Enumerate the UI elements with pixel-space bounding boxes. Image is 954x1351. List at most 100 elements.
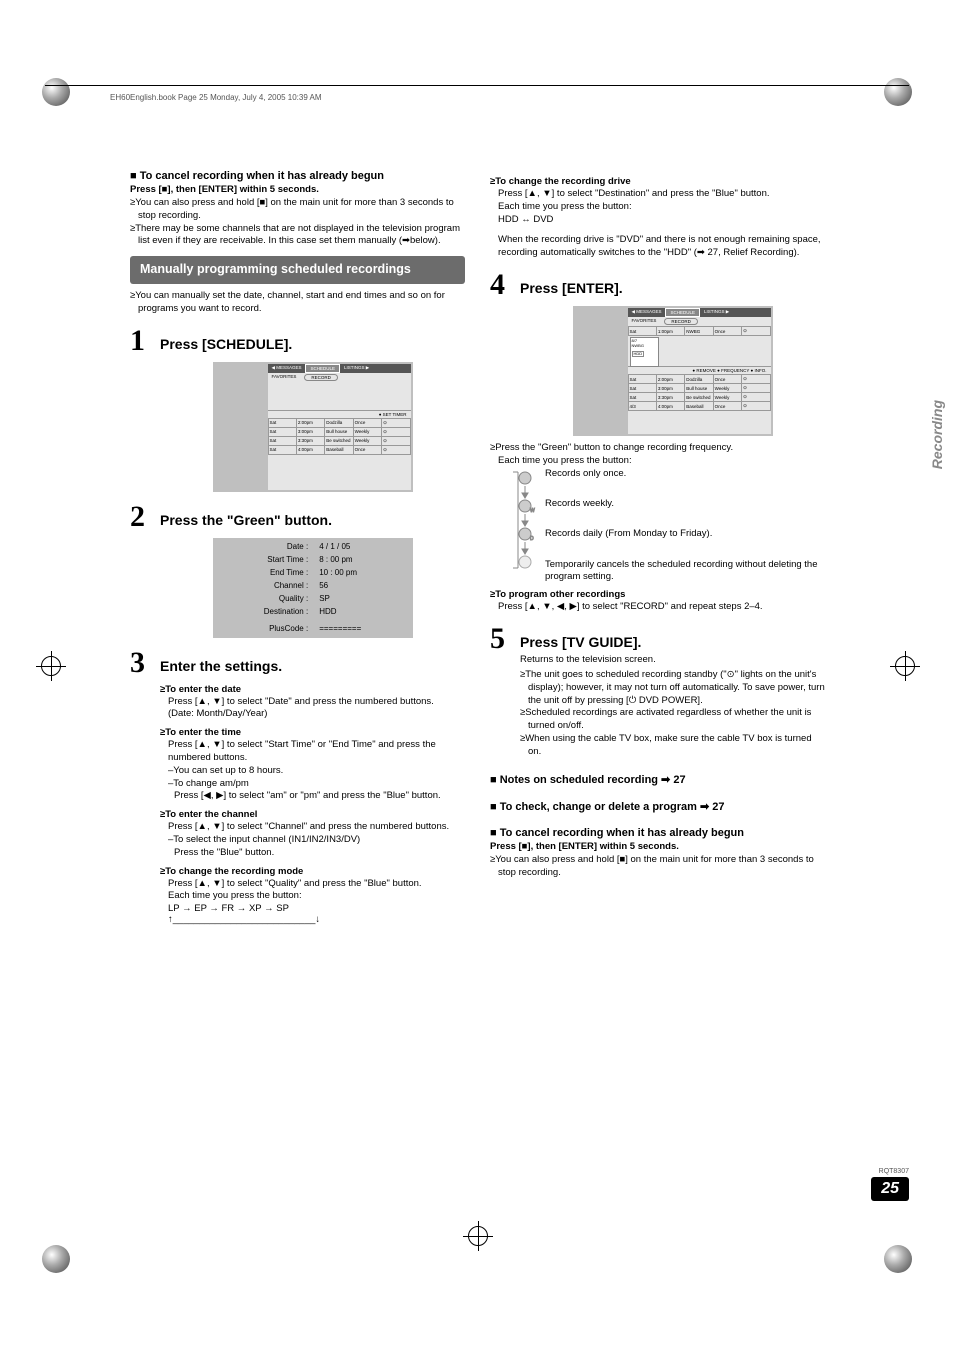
step-1: 1 Press [SCHEDULE]. xyxy=(130,326,465,356)
time-d1: –You can set up to 8 hours. xyxy=(160,765,465,778)
fav-label: FAVORITES xyxy=(272,374,297,381)
tab-schedule: SCHEDULE xyxy=(305,364,340,373)
mode-sequence: LP → EP → FR → XP → SP xyxy=(160,903,465,914)
schedule-table: Sat1:00pmNWBGOnce⊙ xyxy=(628,326,771,336)
change-drive-b1: Press [▲, ▼] to select "Destination" and… xyxy=(490,188,825,201)
right-column: ≥To change the recording drive Press [▲,… xyxy=(490,170,825,925)
tab-listings: LISTINGS ▶ xyxy=(340,364,373,373)
corner-mark-br xyxy=(884,1245,912,1273)
section-manual-title: Manually programming scheduled recording… xyxy=(130,256,465,284)
page-number: 25 xyxy=(871,1177,909,1201)
cancel-sub: Press [■], then [ENTER] within 5 seconds… xyxy=(130,184,465,195)
cancel2-heading: ■ To cancel recording when it has alread… xyxy=(490,827,825,839)
schedule-table-2: Sat2:00pmDodzillaOnce⊙ Sat3:00pmBull hou… xyxy=(628,374,771,411)
tab-schedule: SCHEDULE xyxy=(665,308,700,317)
cancel2-sub: Press [■], then [ENTER] within 5 seconds… xyxy=(490,841,825,852)
settings-table: Date :4 / 1 / 05 Start Time :8 : 00 pm E… xyxy=(261,539,365,636)
note-item: ≥Press the "Green" button to change reco… xyxy=(490,442,825,455)
notes-ref-1: ■ Notes on scheduled recording ➡ 27 xyxy=(490,773,825,786)
frequency-list: Records only once. Records weekly. Recor… xyxy=(545,468,825,584)
record-label: RECORD xyxy=(664,318,698,325)
enter-time-b: Press [▲, ▼] to select "Start Time" or "… xyxy=(160,739,465,765)
section-side-label: Recording xyxy=(929,400,945,469)
corner-mark-tr xyxy=(884,78,912,106)
step-2: 2 Press the "Green" button. xyxy=(130,502,465,532)
step5-sub: Returns to the television screen. xyxy=(520,654,825,667)
fav-label: FAVORITES xyxy=(632,318,657,325)
step-title: Press [SCHEDULE]. xyxy=(160,326,292,352)
note-item: ≥You can also press and hold [■] on the … xyxy=(130,197,465,223)
content-area: ■ To cancel recording when it has alread… xyxy=(130,170,825,925)
enter-date-h: ≥To enter the date xyxy=(160,684,465,695)
reg-mark-bottom xyxy=(462,1220,492,1250)
ch-d1b: Press the "Blue" button. xyxy=(160,847,465,860)
change-drive-b3: HDD ↔ DVD xyxy=(490,214,825,227)
enter-time-h: ≥To enter the time xyxy=(160,727,465,738)
step-number: 3 xyxy=(130,648,160,678)
tab-listings: LISTINGS ▶ xyxy=(700,308,733,317)
step-4: 4 Press [ENTER]. xyxy=(490,270,825,300)
freq-sub: Each time you press the button: xyxy=(490,455,825,468)
note-item: ≥The unit goes to scheduled recording st… xyxy=(520,669,825,707)
change-drive-b4: When the recording drive is "DVD" and th… xyxy=(490,234,825,260)
freq-intro: ≥Press the "Green" button to change reco… xyxy=(490,442,825,455)
corner-mark-tl xyxy=(42,78,70,106)
doc-code: RQT8307 xyxy=(871,1168,909,1175)
step-title: Press [TV GUIDE]. xyxy=(520,624,641,650)
screen-footer: ● REMOVE ● FREQUENCY ● INFO. xyxy=(628,366,771,374)
enter-date-fmt: (Date: Month/Day/Year) xyxy=(160,708,465,721)
time-d2: –To change am/pm xyxy=(160,778,465,791)
manual-page: EH60English.book Page 25 Monday, July 4,… xyxy=(0,0,954,1351)
note-item: ≥Scheduled recordings are activated rega… xyxy=(520,707,825,733)
screen-footer: ● SET TIMER xyxy=(268,410,411,418)
change-drive-h: ≥To change the recording drive xyxy=(490,176,825,187)
settings-screen: Date :4 / 1 / 05 Start Time :8 : 00 pm E… xyxy=(213,538,413,638)
step-number: 1 xyxy=(130,326,160,356)
header-rule xyxy=(45,85,909,86)
svg-text:D: D xyxy=(530,536,534,542)
notes-ref-2: ■ To check, change or delete a program ➡… xyxy=(490,800,825,813)
ch-d1: –To select the input channel (IN1/IN2/IN… xyxy=(160,834,465,847)
cancel2-notes: ≥You can also press and hold [■] on the … xyxy=(490,854,825,880)
change-drive-b2: Each time you press the button: xyxy=(490,201,825,214)
left-column: ■ To cancel recording when it has alread… xyxy=(130,170,465,925)
change-mode-b1: Press [▲, ▼] to select "Quality" and pre… xyxy=(160,878,465,891)
schedule-screen-1: ◀ MESSAGES SCHEDULE LISTINGS ▶ FAVORITES… xyxy=(213,362,413,492)
enter-channel-b: Press [▲, ▼] to select "Channel" and pre… xyxy=(160,821,465,834)
freq-cancel: Temporarily cancels the scheduled record… xyxy=(545,559,825,584)
freq-daily: Records daily (From Monday to Friday). xyxy=(545,528,825,540)
note-item: ≥There may be some channels that are not… xyxy=(130,223,465,249)
step-number: 2 xyxy=(130,502,160,532)
step-3: 3 Enter the settings. xyxy=(130,648,465,678)
note-item: ≥You can manually set the date, channel,… xyxy=(130,290,465,316)
note-item: ≥When using the cable TV box, make sure … xyxy=(520,733,825,759)
record-label: RECORD xyxy=(304,374,338,381)
enter-channel-h: ≥To enter the channel xyxy=(160,809,465,820)
tab-messages: ◀ MESSAGES xyxy=(628,308,666,317)
cancel-heading: ■ To cancel recording when it has alread… xyxy=(130,170,465,182)
program-other-h: ≥To program other recordings xyxy=(490,589,825,600)
freq-weekly: Records weekly. xyxy=(545,498,825,510)
step-number: 5 xyxy=(490,624,520,654)
svg-text:W: W xyxy=(530,508,535,514)
step-title: Press the "Green" button. xyxy=(160,502,332,528)
step-title: Press [ENTER]. xyxy=(520,270,623,296)
program-other-b: Press [▲, ▼, ◀, ▶] to select "RECORD" an… xyxy=(490,601,825,614)
manual-intro: ≥You can manually set the date, channel,… xyxy=(130,290,465,316)
channel-overlay: 8/7 NWBG HDD xyxy=(630,337,659,367)
schedule-table: Sat2:00pmDodzillaOnce⊙ Sat3:00pmBull hou… xyxy=(268,418,411,455)
schedule-screen-2: ◀ MESSAGES SCHEDULE LISTINGS ▶ FAVORITES… xyxy=(573,306,773,436)
change-mode-h: ≥To change the recording mode xyxy=(160,866,465,877)
print-header: EH60English.book Page 25 Monday, July 4,… xyxy=(110,93,322,102)
change-mode-b2: Each time you press the button: xyxy=(160,890,465,903)
cancel-notes: ≥You can also press and hold [■] on the … xyxy=(130,197,465,248)
reg-mark-left xyxy=(35,650,65,680)
step5-notes: ≥The unit goes to scheduled recording st… xyxy=(520,669,825,759)
freq-once: Records only once. xyxy=(545,468,825,480)
time-d2b: Press [◀, ▶] to select "am" or "pm" and … xyxy=(160,790,465,803)
mode-sequence-loop: ↑___________________________↓ xyxy=(160,914,465,925)
enter-date-b: Press [▲, ▼] to select "Date" and press … xyxy=(160,696,465,709)
step-number: 4 xyxy=(490,270,520,300)
step-5: 5 Press [TV GUIDE]. xyxy=(490,624,825,654)
frequency-icons: W D xyxy=(500,468,550,588)
